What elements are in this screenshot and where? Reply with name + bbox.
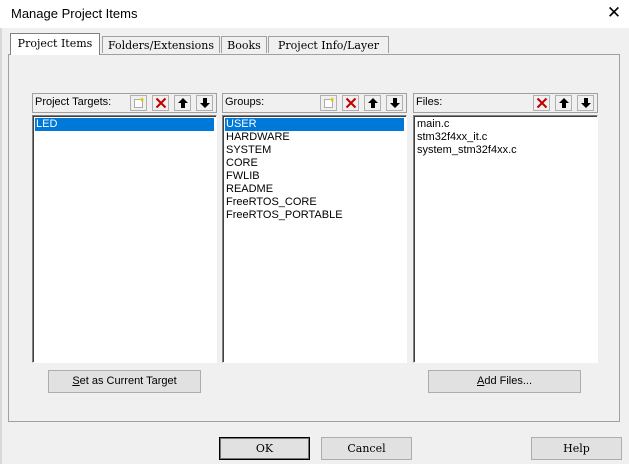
files-listbox[interactable]: main.c stm32f4xx_it.c system_stm32f4xx.c [413, 115, 598, 363]
move-up-icon [558, 98, 569, 108]
close-icon[interactable]: ✕ [604, 3, 624, 23]
help-button[interactable]: Help [531, 437, 622, 460]
groups-header: Groups: [222, 93, 407, 113]
list-item[interactable]: FreeRTOS_CORE [225, 196, 404, 209]
targets-label: Project Targets: [35, 96, 112, 108]
list-item[interactable]: main.c [416, 118, 595, 131]
move-up-icon [177, 98, 188, 108]
window-title: Manage Project Items [11, 6, 138, 21]
tab-folders-extensions[interactable]: Folders/Extensions [102, 36, 220, 53]
list-item[interactable]: README [225, 183, 404, 196]
list-item[interactable]: USER [225, 118, 404, 131]
tab-books[interactable]: Books [221, 36, 267, 53]
move-file-down-button[interactable] [577, 95, 594, 111]
set-target-mnemonic: S [72, 375, 80, 387]
tab-project-info-layer[interactable]: Project Info/Layer [268, 36, 389, 53]
files-header: Files: [413, 93, 598, 113]
left-edge [0, 28, 2, 464]
title-bar: Manage Project Items ✕ [0, 0, 629, 28]
groups-label: Groups: [225, 96, 265, 108]
list-item[interactable]: SYSTEM [225, 144, 404, 157]
move-down-icon [199, 98, 210, 108]
targets-header: Project Targets: [32, 93, 217, 113]
list-item[interactable]: system_stm32f4xx.c [416, 144, 595, 157]
tab-project-items[interactable]: Project Items [10, 33, 100, 55]
list-item[interactable]: FWLIB [225, 170, 404, 183]
list-item[interactable]: LED [35, 118, 214, 131]
list-item[interactable]: FreeRTOS_PORTABLE [225, 209, 404, 222]
move-down-icon [580, 98, 591, 108]
list-item[interactable]: stm32f4xx_it.c [416, 131, 595, 144]
move-file-up-button[interactable] [555, 95, 572, 111]
move-down-icon [389, 98, 400, 108]
add-files-button[interactable]: Add Files... [428, 370, 581, 393]
move-group-up-button[interactable] [364, 95, 381, 111]
delete-icon [155, 97, 166, 109]
list-item[interactable]: HARDWARE [225, 131, 404, 144]
delete-target-button[interactable] [152, 95, 169, 111]
new-target-button[interactable] [130, 95, 147, 111]
delete-icon [536, 97, 547, 109]
move-up-icon [367, 98, 378, 108]
new-item-icon [133, 97, 144, 108]
set-current-target-button[interactable]: Set as Current Target [48, 370, 201, 393]
delete-icon [345, 97, 356, 109]
cancel-button[interactable]: Cancel [321, 437, 412, 460]
groups-listbox[interactable]: USER HARDWARE SYSTEM CORE FWLIB README F… [222, 115, 407, 363]
move-target-down-button[interactable] [196, 95, 213, 111]
move-target-up-button[interactable] [174, 95, 191, 111]
targets-listbox[interactable]: LED [32, 115, 217, 363]
new-group-button[interactable] [320, 95, 337, 111]
set-target-label: et as Current Target [79, 375, 177, 387]
list-item[interactable]: CORE [225, 157, 404, 170]
move-group-down-button[interactable] [386, 95, 403, 111]
delete-group-button[interactable] [342, 95, 359, 111]
add-files-label: dd Files... [484, 375, 533, 387]
new-item-icon [323, 97, 334, 108]
files-label: Files: [416, 96, 443, 108]
delete-file-button[interactable] [533, 95, 550, 111]
ok-button[interactable]: OK [219, 437, 310, 460]
